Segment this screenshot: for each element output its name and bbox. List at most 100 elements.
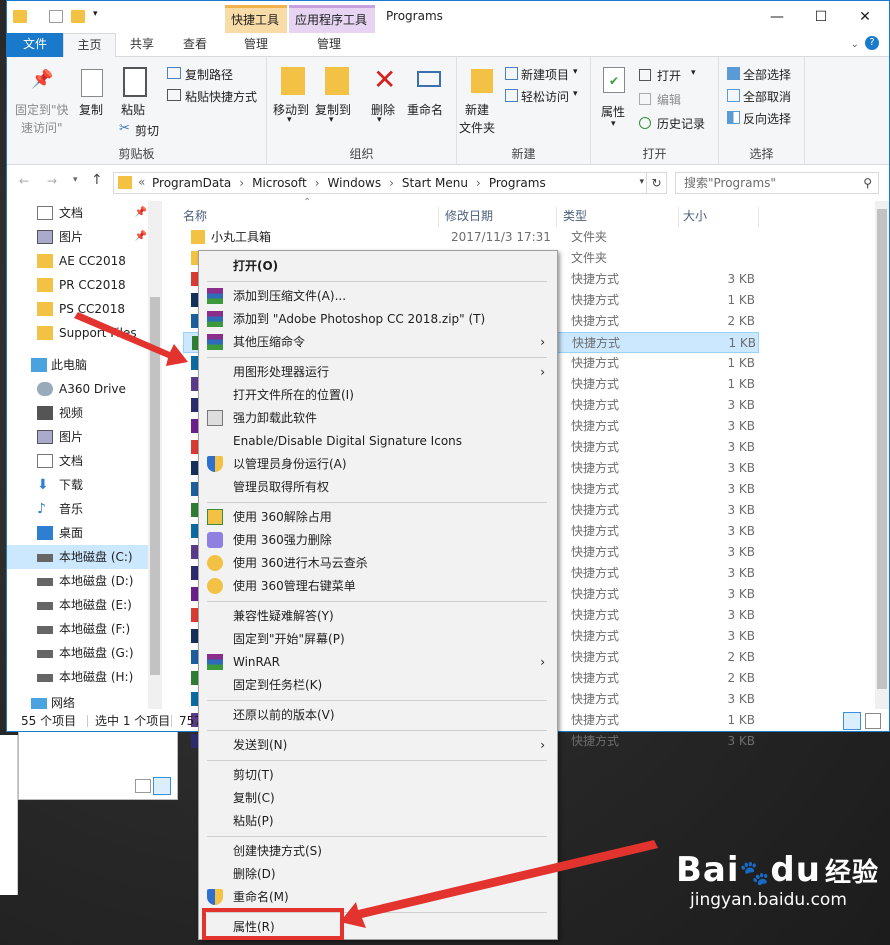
menu-item[interactable]: 固定到任务栏(K): [201, 674, 555, 696]
new-folder-qa-icon[interactable]: [71, 10, 85, 23]
nav-item-pr-cc2018[interactable]: PR CC2018: [7, 273, 149, 297]
menu-item[interactable]: 管理员取得所有权: [201, 476, 555, 498]
pinned-icon[interactable]: 📌: [135, 225, 147, 249]
maximize-button[interactable]: ☐: [799, 5, 843, 29]
menu-item[interactable]: 剪切(T): [201, 764, 555, 786]
nav-item-pictures[interactable]: 图片 📌: [7, 225, 149, 249]
menu-item[interactable]: 删除(D): [201, 863, 555, 885]
nav-item-drive-f[interactable]: 本地磁盘 (F:): [7, 617, 149, 641]
nav-item-music[interactable]: ♪ 音乐: [7, 497, 149, 521]
menu-item[interactable]: 使用 360进行木马云查杀: [201, 552, 555, 574]
menu-item[interactable]: 重命名(M): [201, 886, 555, 908]
minimize-button[interactable]: —: [755, 5, 799, 29]
copy-path-button[interactable]: 复制路径: [185, 66, 233, 83]
menu-item[interactable]: 强力卸载此软件: [201, 407, 555, 429]
open-button[interactable]: 打开: [657, 67, 681, 84]
menu-item[interactable]: 兼容性疑难解答(Y): [201, 605, 555, 627]
easy-access-button[interactable]: 轻松访问: [521, 88, 569, 105]
paste-shortcut-button[interactable]: 粘贴快捷方式: [185, 88, 257, 105]
rename-button[interactable]: 重命名: [407, 101, 443, 118]
back-arrow-icon[interactable]: ←: [19, 174, 29, 188]
breadcrumb-windows[interactable]: Windows: [328, 176, 382, 190]
new-folder-button[interactable]: 新建: [465, 101, 489, 118]
pin-quick-access-button[interactable]: 固定到"快: [15, 101, 69, 118]
breadcrumb-programs[interactable]: Programs: [489, 176, 546, 190]
help-icon[interactable]: ?: [865, 36, 879, 50]
refresh-icon[interactable]: ↻: [646, 173, 666, 193]
menu-item[interactable]: 以管理员身份运行(A): [201, 453, 555, 475]
menu-item[interactable]: 使用 360强力删除: [201, 529, 555, 551]
nav-item-a360-drive[interactable]: A360 Drive: [7, 377, 149, 401]
menu-item[interactable]: 使用 360管理右键菜单: [201, 575, 555, 597]
nav-item-downloads[interactable]: ⬇ 下载: [7, 473, 149, 497]
nav-item-ps-cc2018[interactable]: PS CC2018: [7, 297, 149, 321]
new-item-button[interactable]: 新建项目: [521, 66, 569, 83]
nav-item-drive-g[interactable]: 本地磁盘 (G:): [7, 641, 149, 665]
nav-item-drive-d[interactable]: 本地磁盘 (D:): [7, 569, 149, 593]
nav-scrollbar-thumb[interactable]: [150, 297, 160, 675]
edit-button[interactable]: 编辑: [657, 91, 681, 108]
menu-item[interactable]: 创建快捷方式(S): [201, 840, 555, 862]
address-box[interactable]: « ProgramData › Microsoft › Windows › Start…: [113, 172, 667, 194]
nav-item-documents[interactable]: 文档 📌: [7, 201, 149, 225]
properties-qa-icon[interactable]: [49, 10, 63, 23]
context-tab-app-tools[interactable]: 应用程序工具: [289, 5, 375, 33]
select-none-button[interactable]: 全部取消: [743, 88, 791, 105]
delete-dropdown-icon[interactable]: ▾: [377, 115, 382, 125]
paste-button[interactable]: 粘贴: [121, 101, 145, 118]
nav-item-pictures-pc[interactable]: 图片: [7, 425, 149, 449]
search-input[interactable]: 搜索"Programs" ⚲: [675, 172, 879, 194]
nav-item-ae-cc2018[interactable]: AE CC2018: [7, 249, 149, 273]
move-to-dropdown-icon[interactable]: ▾: [287, 115, 292, 125]
history-button[interactable]: 历史记录: [657, 115, 705, 132]
context-tab-shortcut-tools[interactable]: 快捷工具: [225, 5, 287, 33]
column-name[interactable]: 名称: [183, 207, 439, 227]
column-size[interactable]: 大小: [683, 207, 759, 227]
open-dropdown-icon[interactable]: ▾: [691, 68, 696, 78]
tab-manage-shortcut[interactable]: 管理: [225, 33, 287, 57]
nav-item-desktop[interactable]: 桌面: [7, 521, 149, 545]
select-all-button[interactable]: 全部选择: [743, 66, 791, 83]
breadcrumb-start-menu[interactable]: Start Menu: [402, 176, 468, 190]
tab-manage-app[interactable]: 管理: [289, 33, 369, 57]
copy-to-dropdown-icon[interactable]: ▾: [329, 115, 334, 125]
large-icons-view-icon[interactable]: [865, 713, 881, 729]
menu-item[interactable]: 添加到 "Adobe Photoshop CC 2018.zip" (T): [201, 308, 555, 330]
list-scrollbar-thumb[interactable]: [877, 209, 887, 689]
nav-item-videos[interactable]: 视频: [7, 401, 149, 425]
nav-item-drive-h[interactable]: 本地磁盘 (H:): [7, 665, 149, 689]
menu-item[interactable]: 复制(C): [201, 787, 555, 809]
tab-file[interactable]: 文件: [7, 33, 63, 57]
tab-view[interactable]: 查看: [168, 33, 222, 57]
recent-dropdown-icon[interactable]: ▾: [73, 175, 78, 185]
menu-item[interactable]: 还原以前的版本(V): [201, 704, 555, 726]
menu-item[interactable]: 发送到(N) ›: [201, 734, 555, 756]
breadcrumb-microsoft[interactable]: Microsoft: [252, 176, 307, 190]
details-view-icon[interactable]: [843, 712, 861, 730]
breadcrumb-programdata[interactable]: ProgramData: [152, 176, 231, 190]
large-icons-view-icon[interactable]: [153, 777, 171, 795]
column-type[interactable]: 类型: [563, 207, 679, 227]
address-dropdown-icon[interactable]: ▾: [639, 177, 644, 187]
list-scrollbar[interactable]: [875, 201, 889, 709]
menu-item[interactable]: Enable/Disable Digital Signature Icons: [201, 430, 555, 452]
menu-item[interactable]: 添加到压缩文件(A)...: [201, 285, 555, 307]
column-date[interactable]: 修改日期: [445, 207, 557, 227]
nav-item-drive-c[interactable]: 本地磁盘 (C:): [7, 545, 149, 569]
new-item-dropdown-icon[interactable]: ▾: [573, 67, 578, 77]
menu-item[interactable]: 使用 360解除占用: [201, 506, 555, 528]
nav-scrollbar[interactable]: [148, 201, 162, 709]
nav-item-documents-pc[interactable]: 文档: [7, 449, 149, 473]
tab-share[interactable]: 共享: [116, 33, 168, 57]
delete-button[interactable]: 删除: [371, 101, 395, 118]
menu-item[interactable]: 粘贴(P): [201, 810, 555, 832]
cut-button[interactable]: 剪切: [135, 122, 159, 139]
easy-access-dropdown-icon[interactable]: ▾: [573, 89, 578, 99]
forward-arrow-icon[interactable]: →: [47, 174, 57, 188]
close-button[interactable]: ✕: [843, 5, 887, 29]
collapse-ribbon-icon[interactable]: ⌄: [851, 39, 859, 50]
properties-ribbon-button[interactable]: 属性: [601, 103, 625, 120]
nav-item-support-files[interactable]: Support Files: [7, 321, 149, 345]
properties-dropdown-icon[interactable]: ▾: [611, 119, 616, 129]
breadcrumb-overflow-icon[interactable]: «: [138, 175, 145, 189]
